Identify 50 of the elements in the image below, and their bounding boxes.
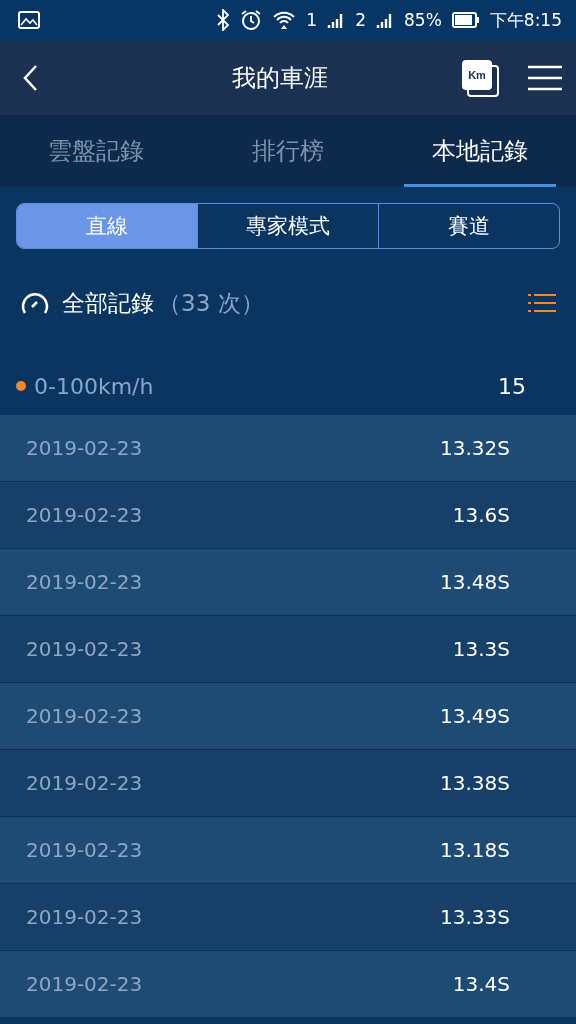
record-date: 2019-02-23 bbox=[26, 570, 144, 594]
bluetooth-icon bbox=[216, 9, 231, 31]
record-date: 2019-02-23 bbox=[26, 972, 144, 996]
record-time: 13.6S bbox=[452, 503, 510, 527]
wifi-icon bbox=[272, 10, 297, 30]
record-row[interactable]: 2019-02-23 13.38S bbox=[0, 750, 576, 817]
sim-number: 1 bbox=[306, 10, 318, 30]
record-date: 2019-02-23 bbox=[26, 838, 144, 862]
record-date: 2019-02-23 bbox=[26, 436, 144, 460]
mode-tab[interactable]: 專家模式 bbox=[197, 204, 378, 248]
list-button[interactable] bbox=[528, 293, 556, 313]
record-row[interactable]: 2019-02-23 13.18S bbox=[0, 817, 576, 884]
record-date: 2019-02-23 bbox=[26, 771, 144, 795]
record-time: 13.4S bbox=[452, 972, 510, 996]
record-row[interactable]: 2019-02-23 13.4S bbox=[0, 951, 576, 1018]
tab[interactable]: 本地記錄 bbox=[384, 115, 576, 187]
page-title: 我的車涯 bbox=[231, 62, 329, 94]
record-time: 13.18S bbox=[440, 838, 510, 862]
back-button[interactable] bbox=[22, 63, 38, 92]
battery-icon bbox=[451, 12, 480, 28]
tab[interactable]: 雲盤記錄 bbox=[0, 115, 192, 187]
record-row[interactable]: 2019-02-23 13.6S bbox=[0, 482, 576, 549]
record-count: （33 次） bbox=[158, 288, 264, 318]
record-time: 13.33S bbox=[440, 905, 510, 929]
category-count: 15 bbox=[498, 373, 526, 399]
record-row[interactable]: 2019-02-23 13.3S bbox=[0, 616, 576, 683]
record-date: 2019-02-23 bbox=[26, 637, 144, 661]
tab[interactable]: 排行榜 bbox=[192, 115, 384, 187]
alarm-icon bbox=[240, 9, 263, 31]
record-time: 13.38S bbox=[440, 771, 510, 795]
record-row[interactable]: 2019-02-23 13.49S bbox=[0, 683, 576, 750]
record-row[interactable]: 2019-02-23 13.48S bbox=[0, 549, 576, 616]
record-time: 13.3S bbox=[452, 637, 510, 661]
category-label: 0-100km/h bbox=[34, 373, 155, 399]
image-icon bbox=[18, 11, 40, 29]
menu-button[interactable] bbox=[528, 63, 562, 92]
record-time: 13.49S bbox=[440, 704, 510, 728]
summary-title: 全部記錄 bbox=[62, 288, 154, 318]
battery-percent: 85% bbox=[404, 10, 442, 30]
record-time: 13.48S bbox=[440, 570, 510, 594]
record-row[interactable]: 2019-02-23 13.33S bbox=[0, 884, 576, 951]
record-date: 2019-02-23 bbox=[26, 503, 144, 527]
speedometer-icon bbox=[20, 290, 50, 316]
record-time: 13.32S bbox=[440, 436, 510, 460]
record-date: 2019-02-23 bbox=[26, 704, 144, 728]
mode-tab[interactable]: 賽道 bbox=[378, 204, 559, 248]
clock-time: 下午8:15 bbox=[489, 8, 562, 32]
record-date: 2019-02-23 bbox=[26, 905, 144, 929]
record-row[interactable]: 2019-02-23 13.32S bbox=[0, 415, 576, 482]
sim-number: 2 bbox=[355, 10, 366, 30]
